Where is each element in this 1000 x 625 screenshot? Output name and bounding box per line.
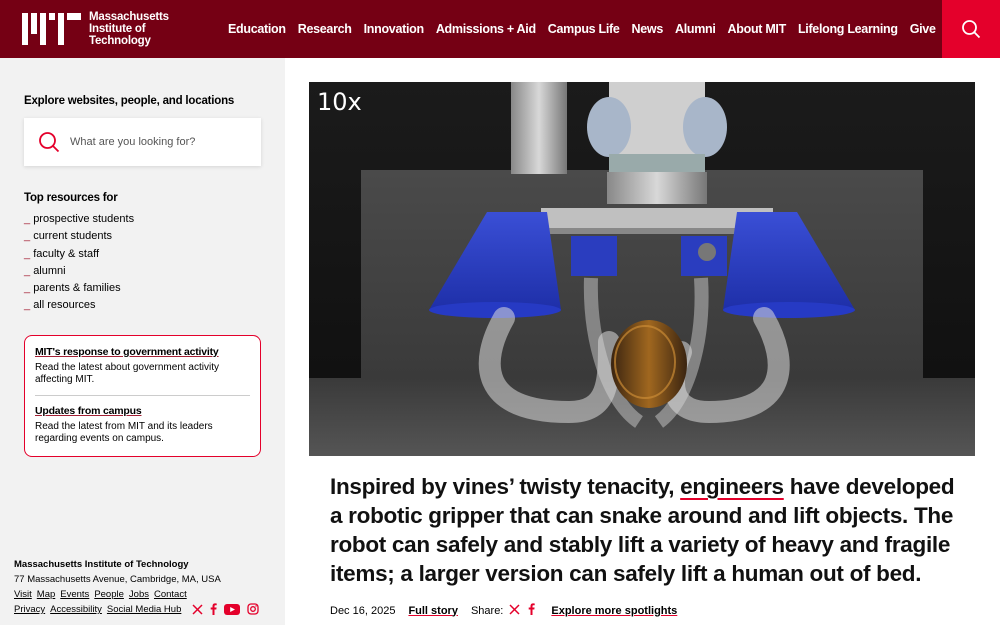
- mit-logo-mark: [22, 13, 81, 45]
- instagram-icon[interactable]: [247, 603, 259, 616]
- dash-marker: _: [24, 230, 34, 243]
- mit-logo-text: Massachusetts Institute of Technology: [89, 11, 169, 47]
- sidebar-footer: Massachusetts Institute of Technology 77…: [14, 557, 259, 617]
- resource-link-all-resources[interactable]: _ all resources: [24, 297, 134, 314]
- dash-marker: _: [24, 264, 34, 277]
- footer-address: 77 Massachusetts Avenue, Cambridge, MA, …: [14, 574, 221, 585]
- resource-label: current students: [33, 230, 113, 243]
- notice-government: MIT's response to government activity Re…: [35, 346, 250, 386]
- sidebar-search-box[interactable]: [24, 118, 261, 166]
- nav-education[interactable]: Education: [228, 22, 286, 36]
- nav-about-mit[interactable]: About MIT: [728, 22, 787, 36]
- resource-label: faculty & staff: [33, 247, 100, 260]
- dash-marker: _: [24, 247, 34, 260]
- nav-alumni[interactable]: Alumni: [675, 22, 716, 36]
- notice-body-government: Read the latest about government activit…: [35, 362, 219, 385]
- footer-link-accessibility[interactable]: Accessibility: [50, 604, 102, 615]
- search-icon: [39, 132, 60, 153]
- footer-link-social-media-hub[interactable]: Social Media Hub: [107, 604, 181, 615]
- resource-link-faculty-staff[interactable]: _ faculty & staff: [24, 246, 134, 263]
- notice-campus-updates: Updates from campus Read the latest from…: [35, 405, 250, 445]
- resources-title: Top resources for: [24, 192, 118, 204]
- share-icons: [509, 603, 536, 618]
- mit-logo[interactable]: Massachusetts Institute of Technology: [22, 11, 169, 47]
- story-headline: Inspired by vines’ twisty tenacity, engi…: [330, 472, 970, 588]
- footer-link-visit[interactable]: Visit: [14, 589, 32, 600]
- share-label: Share:: [470, 604, 504, 617]
- main-nav: Education Research Innovation Admissions…: [222, 0, 942, 58]
- resource-link-current-students[interactable]: _ current students: [24, 228, 134, 245]
- dash-marker: _: [24, 299, 34, 312]
- footer-link-people[interactable]: People: [94, 589, 124, 600]
- footer-links-row1: Visit Map Events People Jobs Contact: [14, 587, 259, 602]
- resource-label: parents & families: [33, 282, 121, 295]
- nav-lifelong-learning[interactable]: Lifelong Learning: [798, 22, 898, 36]
- explore-more-spotlights-link[interactable]: Explore more spotlights: [551, 605, 677, 617]
- notice-title-campus-updates[interactable]: Updates from campus: [35, 405, 250, 417]
- footer-link-events[interactable]: Events: [60, 589, 89, 600]
- sidebar: Explore websites, people, and locations …: [0, 58, 285, 625]
- notice-body-campus-updates: Read the latest from MIT and its leaders…: [35, 421, 213, 444]
- nav-innovation[interactable]: Innovation: [364, 22, 425, 36]
- resource-link-prospective-students[interactable]: _ prospective students: [24, 211, 134, 228]
- footer-links-row2: Privacy Accessibility Social Media Hub: [14, 602, 259, 617]
- notice-divider: [35, 395, 250, 396]
- full-story-link[interactable]: Full story: [408, 605, 458, 617]
- x-icon[interactable]: [192, 604, 203, 615]
- notice-title-government[interactable]: MIT's response to government activity: [35, 346, 250, 358]
- x-icon[interactable]: [509, 603, 520, 618]
- dash-marker: _: [24, 213, 34, 225]
- resource-label: alumni: [33, 264, 66, 277]
- search-icon: [962, 20, 981, 39]
- video-speed-label: 10x: [317, 88, 362, 116]
- nav-campus-life[interactable]: Campus Life: [548, 22, 620, 36]
- resource-link-alumni[interactable]: _ alumni: [24, 263, 134, 280]
- headline-text-start: Inspired by vines’ twisty tenacity,: [330, 474, 681, 499]
- explore-title: Explore websites, people, and locations: [24, 95, 235, 107]
- resource-label: prospective students: [33, 213, 135, 225]
- header-search-button[interactable]: [942, 0, 1000, 58]
- sidebar-search-input[interactable]: [70, 136, 250, 148]
- nav-research[interactable]: Research: [298, 22, 352, 36]
- nav-give[interactable]: Give: [910, 22, 936, 36]
- notice-box: MIT's response to government activity Re…: [24, 335, 261, 457]
- site-header: Massachusetts Institute of Technology Ed…: [0, 0, 1000, 58]
- nav-admissions-aid[interactable]: Admissions + Aid: [436, 22, 536, 36]
- youtube-icon[interactable]: [224, 603, 241, 615]
- headline-link-engineers[interactable]: engineers: [680, 474, 784, 499]
- dash-marker: _: [24, 282, 34, 295]
- story-date: Dec 16, 2025: [330, 604, 396, 617]
- robotic-gripper-image: [309, 82, 975, 456]
- resource-link-parents-families[interactable]: _ parents & families: [24, 280, 134, 297]
- social-links: [192, 603, 259, 616]
- hero-video[interactable]: 10x: [309, 82, 975, 456]
- footer-institution-name: Massachusetts Institute of Technology: [14, 559, 189, 570]
- facebook-icon[interactable]: [528, 603, 536, 618]
- footer-link-contact[interactable]: Contact: [154, 589, 187, 600]
- story-meta: Dec 16, 2025 Full story Share: Explore m…: [330, 603, 677, 618]
- footer-link-jobs[interactable]: Jobs: [129, 589, 149, 600]
- footer-link-privacy[interactable]: Privacy: [14, 604, 45, 615]
- facebook-icon[interactable]: [210, 603, 217, 616]
- footer-link-map[interactable]: Map: [37, 589, 55, 600]
- nav-news[interactable]: News: [632, 22, 664, 36]
- resources-list: _ prospective students _ current student…: [24, 211, 134, 315]
- resource-label: all resources: [33, 299, 96, 312]
